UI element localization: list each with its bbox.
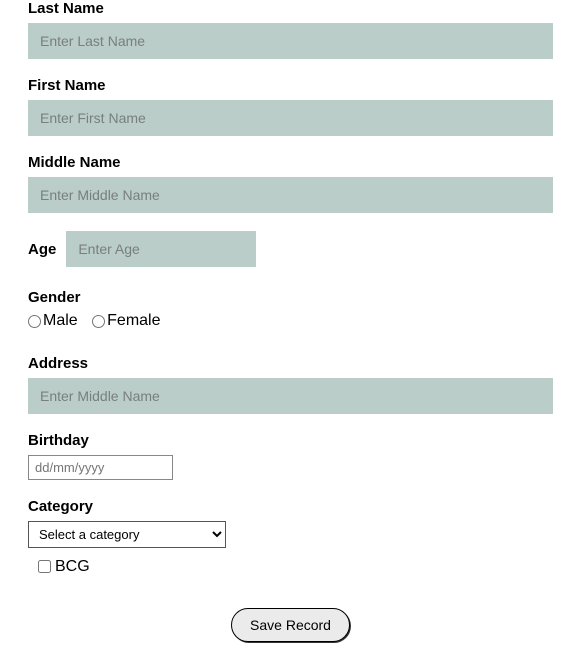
category-select[interactable]: Select a category <box>28 521 226 548</box>
first-name-label: First Name <box>28 77 553 94</box>
gender-male-radio[interactable] <box>28 315 41 328</box>
address-label: Address <box>28 355 553 372</box>
bcg-label: BCG <box>55 558 90 576</box>
birthday-field[interactable] <box>28 455 173 480</box>
age-label: Age <box>28 241 56 258</box>
gender-male-label: Male <box>43 312 78 330</box>
address-field[interactable] <box>28 378 553 414</box>
middle-name-field[interactable] <box>28 177 553 213</box>
middle-name-label: Middle Name <box>28 154 553 171</box>
save-record-button[interactable]: Save Record <box>231 608 350 642</box>
bcg-checkbox[interactable] <box>38 560 51 573</box>
last-name-field[interactable] <box>28 23 553 59</box>
birthday-label: Birthday <box>28 432 553 449</box>
gender-female-radio[interactable] <box>92 315 105 328</box>
gender-label: Gender <box>28 289 553 306</box>
age-field[interactable] <box>66 231 256 267</box>
gender-female-label: Female <box>107 312 160 330</box>
last-name-label: Last Name <box>28 0 553 17</box>
first-name-field[interactable] <box>28 100 553 136</box>
category-label: Category <box>28 498 553 515</box>
